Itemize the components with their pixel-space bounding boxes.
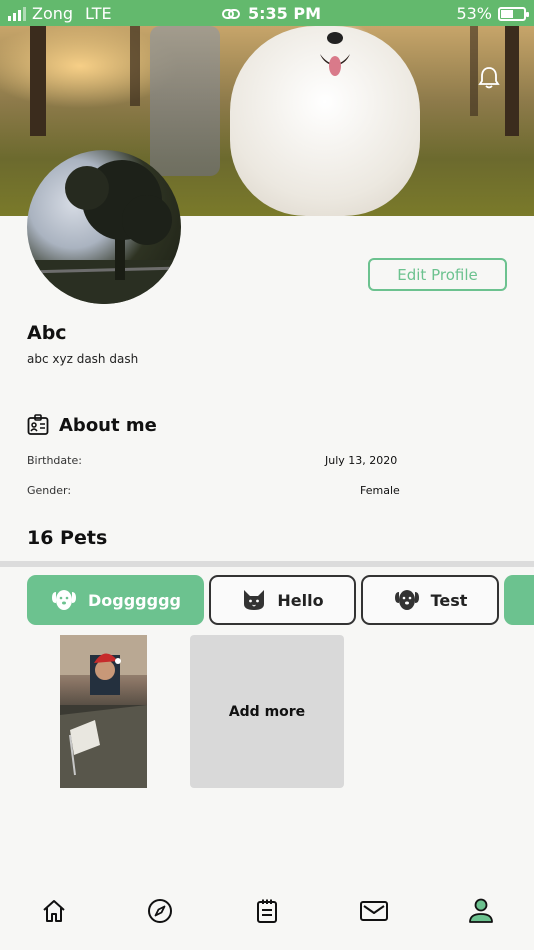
nav-home[interactable] <box>39 896 69 926</box>
pet-tab-test[interactable]: Test <box>361 575 499 625</box>
pet-tab-dogggggg[interactable]: Dogggggg <box>27 575 204 625</box>
clock: 5:35 PM <box>248 4 322 23</box>
notepad-icon <box>257 899 277 923</box>
mail-icon <box>360 901 388 921</box>
profile-name: Abc <box>27 322 67 344</box>
pet-tab-label: Hello <box>277 590 324 610</box>
id-card-icon <box>27 414 49 435</box>
compass-icon <box>148 899 172 923</box>
pet-tab-hello[interactable]: Hello <box>209 575 356 625</box>
signal-icon <box>8 6 26 21</box>
birthdate-value: July 13, 2020 <box>325 454 398 467</box>
network-label: LTE <box>85 4 112 23</box>
profile-bio: abc xyz dash dash <box>27 352 139 366</box>
cat-icon <box>244 590 265 610</box>
bottom-navigation <box>0 876 534 950</box>
nav-notes[interactable] <box>252 896 282 926</box>
profile-icon <box>469 898 493 923</box>
dog-icon <box>52 590 76 610</box>
pets-count-title: 16 Pets <box>27 527 108 549</box>
dog-icon <box>394 590 419 610</box>
nav-messages[interactable] <box>358 896 390 926</box>
battery-percent: 53% <box>456 4 492 23</box>
avatar[interactable] <box>27 150 181 304</box>
pet-tab-more[interactable] <box>504 575 534 625</box>
nav-profile[interactable] <box>466 896 496 926</box>
link-icon <box>222 8 240 19</box>
status-bar: Zong LTE 5:35 PM 53% <box>0 0 534 26</box>
pet-tab-label: Dogggggg <box>88 590 181 610</box>
home-icon <box>43 900 65 922</box>
battery-icon <box>498 6 529 21</box>
about-me-title: About me <box>59 414 157 436</box>
about-me-heading: About me <box>27 414 157 436</box>
edit-profile-button[interactable]: Edit Profile <box>368 258 507 291</box>
pet-tab-label: Test <box>430 590 468 610</box>
birthdate-label: Birthdate: <box>27 454 82 467</box>
divider <box>0 561 534 567</box>
gender-value: Female <box>360 484 400 497</box>
carrier-label: Zong <box>32 4 74 23</box>
pet-photo[interactable] <box>60 635 147 788</box>
notification-bell-icon[interactable] <box>478 66 500 90</box>
add-more-button[interactable]: Add more <box>190 635 344 788</box>
gender-label: Gender: <box>27 484 72 497</box>
nav-explore[interactable] <box>145 896 175 926</box>
